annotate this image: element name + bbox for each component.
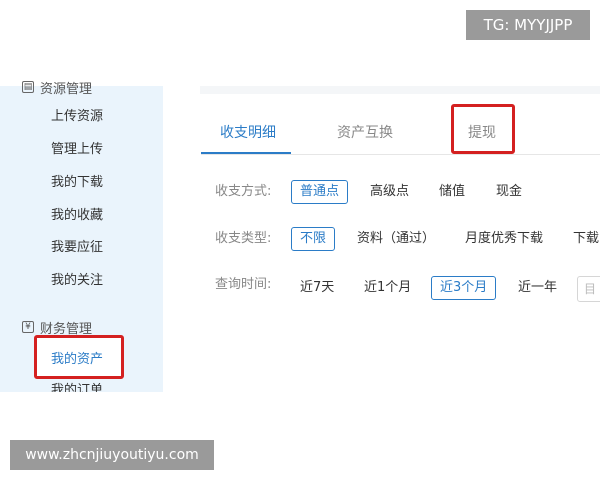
top-strip xyxy=(200,86,600,94)
filter-time-label: 查询时间: xyxy=(215,277,272,292)
filter-method-advanced[interactable]: 高级点 xyxy=(370,181,409,205)
filter-type-label: 收支类型: xyxy=(215,231,272,246)
filter-method-stored[interactable]: 储值 xyxy=(439,181,465,205)
screenshot-root: TG: MYYJJPP ▤ 资源管理 上传资源 管理上传 我的下载 我的收藏 我… xyxy=(0,0,600,480)
sidebar-item-follow[interactable]: 我的关注 xyxy=(51,270,103,292)
sidebar-item-downloads[interactable]: 我的下载 xyxy=(51,172,103,194)
filter-type-monthly[interactable]: 月度优秀下载 xyxy=(465,228,543,252)
sidebar-section-label: 资源管理 xyxy=(40,81,93,97)
sidebar-section-label: 财务管理 xyxy=(40,321,93,337)
date-start-input[interactable]: 目 xyxy=(577,276,600,302)
finance-icon: ¥ xyxy=(22,321,34,333)
folder-icon: ▤ xyxy=(22,81,34,93)
filter-type-any[interactable]: 不限 xyxy=(291,227,336,251)
filter-method-label: 收支方式: xyxy=(215,184,272,199)
sidebar-item-upload[interactable]: 上传资源 xyxy=(51,106,103,128)
filter-type-materials[interactable]: 资料（通过） xyxy=(357,228,435,252)
watermark-top: TG: MYYJJPP xyxy=(466,10,590,40)
sidebar-section-resources: ▤ 资源管理 xyxy=(22,76,92,98)
tab-asset-exchange[interactable]: 资产互换 xyxy=(337,122,393,144)
filter-method-cash[interactable]: 现金 xyxy=(496,181,522,205)
tab-divider xyxy=(201,154,600,155)
sidebar-item-orders[interactable]: 我的订单 xyxy=(51,380,103,392)
sidebar-item-manage-upload[interactable]: 管理上传 xyxy=(51,139,103,161)
filter-time-1m[interactable]: 近1个月 xyxy=(364,277,411,301)
watermark-bottom: www.zhcnjiuyoutiyu.com xyxy=(10,440,214,470)
filter-time-1y[interactable]: 近一年 xyxy=(518,277,557,301)
sidebar-item-apply[interactable]: 我要应征 xyxy=(51,237,103,259)
sidebar-item-favorites[interactable]: 我的收藏 xyxy=(51,205,103,227)
tab-income-expense[interactable]: 收支明细 xyxy=(220,122,276,144)
filter-type-download[interactable]: 下载 xyxy=(573,228,599,252)
filter-time-3m[interactable]: 近3个月 xyxy=(431,276,497,300)
sidebar-item-assets[interactable]: 我的资产 xyxy=(51,348,103,367)
filter-time-7d[interactable]: 近7天 xyxy=(300,277,334,301)
filter-method-normal[interactable]: 普通点 xyxy=(291,180,349,204)
tab-withdraw-highlight xyxy=(451,104,515,154)
